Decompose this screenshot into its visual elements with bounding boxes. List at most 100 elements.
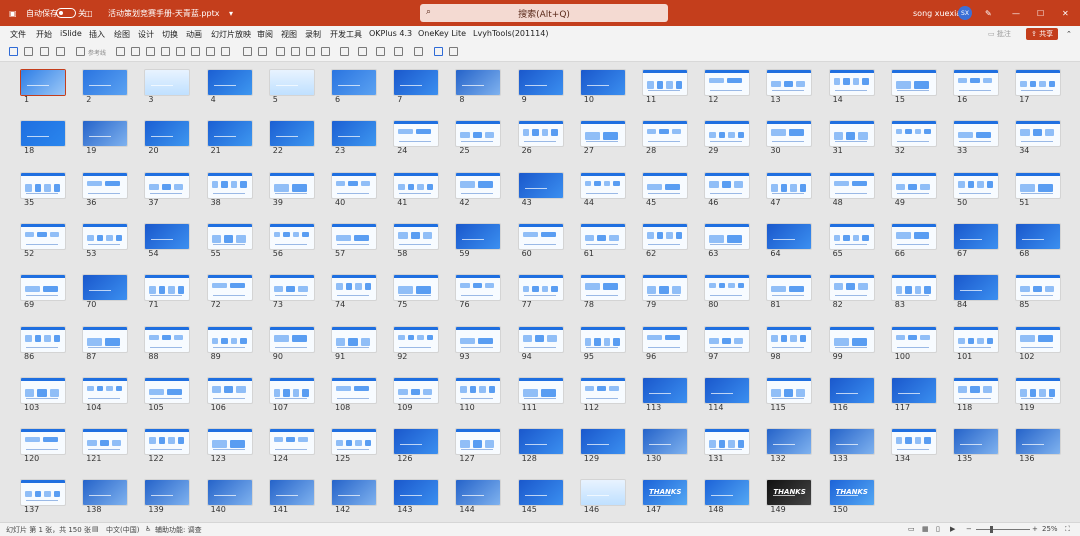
slide-thumbnail[interactable]: 82 <box>829 275 874 309</box>
menu-review[interactable]: 审阅 <box>257 29 273 40</box>
slide-thumbnail[interactable]: 148 <box>705 480 750 514</box>
slide-thumbnail[interactable]: 107 <box>269 377 314 412</box>
slide-thumbnail[interactable]: 67 <box>954 223 998 258</box>
slide-thumbnail[interactable]: 96 <box>643 326 687 361</box>
slide-thumbnail[interactable]: 90 <box>269 326 314 361</box>
distribute-icon[interactable] <box>206 47 215 56</box>
slide-thumbnail[interactable]: 126 <box>394 429 439 463</box>
slide-thumbnail[interactable]: 128 <box>518 429 563 463</box>
menu-file[interactable]: 文件 <box>10 29 26 40</box>
slide-thumbnail[interactable]: 43 <box>518 172 563 207</box>
height-icon[interactable] <box>276 47 285 56</box>
slide-thumbnail[interactable]: 27 <box>580 121 625 155</box>
slide-thumbnail[interactable]: 73 <box>269 275 314 309</box>
slide-thumbnail[interactable]: 13 <box>767 70 812 104</box>
width-icon[interactable] <box>258 47 267 56</box>
slide-thumbnail[interactable]: 58 <box>394 223 439 258</box>
slide-thumbnail[interactable]: 23 <box>332 121 376 155</box>
slide-thumbnail[interactable]: 59 <box>456 223 501 258</box>
group-icon[interactable] <box>321 47 330 56</box>
slide-thumbnail[interactable]: 138 <box>83 480 128 514</box>
slide-thumbnail[interactable]: 54 <box>145 223 190 258</box>
slide-thumbnail[interactable]: 14 <box>829 70 874 104</box>
slide-thumbnail[interactable]: 91 <box>332 326 376 361</box>
fit-window-icon[interactable]: ⛶ <box>1065 525 1070 534</box>
slide-thumbnail[interactable]: 32 <box>891 121 936 155</box>
slide-thumbnail[interactable]: 22 <box>269 121 314 155</box>
reading-view-icon[interactable]: ▯ <box>936 525 940 533</box>
slide-thumbnail[interactable]: 39 <box>269 172 314 207</box>
menu-draw[interactable]: 绘图 <box>114 29 130 40</box>
slide-thumbnail[interactable]: 75 <box>394 275 439 309</box>
match-icon[interactable] <box>376 47 385 56</box>
slide-thumbnail[interactable]: 38 <box>207 172 252 207</box>
slide-thumbnail[interactable]: 53 <box>83 223 128 258</box>
zoom-level[interactable]: 25% <box>1042 525 1058 533</box>
sorter-view-icon[interactable]: ▦ <box>922 525 929 533</box>
slide-thumbnail[interactable]: 60 <box>518 223 563 258</box>
slide-thumbnail[interactable]: 7 <box>394 70 439 104</box>
slide-thumbnail[interactable]: 65 <box>829 223 874 258</box>
slide-thumbnail[interactable]: 133 <box>829 429 874 463</box>
slide-thumbnail[interactable]: 94 <box>518 326 563 361</box>
slide-thumbnail[interactable]: 104 <box>83 377 128 412</box>
slide-thumbnail[interactable]: 117 <box>891 377 936 412</box>
slide-thumbnail[interactable]: 105 <box>145 377 190 412</box>
slide-thumbnail[interactable]: 17 <box>1016 70 1061 104</box>
align-right-icon[interactable] <box>146 47 155 56</box>
slide-thumbnail[interactable]: 136 <box>1016 429 1061 463</box>
avatar[interactable]: SX <box>958 0 972 26</box>
slide-thumbnail[interactable]: 119 <box>1016 377 1061 412</box>
slide-thumbnail[interactable]: 134 <box>891 429 936 463</box>
menu-okplus[interactable]: OKPlus 4.3 <box>369 29 412 38</box>
file-name[interactable]: 活动策划竞赛手册-天青蓝.pptx <box>108 0 219 26</box>
comment-button[interactable]: ▭ 批注 <box>988 28 1011 40</box>
slide-thumbnail[interactable]: 18 <box>21 121 65 155</box>
slide-thumbnail[interactable]: 114 <box>705 377 750 412</box>
slide-thumbnail[interactable]: 56 <box>269 223 314 258</box>
slide-thumbnail[interactable]: 145 <box>518 480 563 514</box>
distribute-v-icon[interactable] <box>221 47 230 56</box>
slide-thumbnail[interactable]: 2 <box>83 70 128 104</box>
spellcheck-icon[interactable]: ▤ <box>92 525 99 533</box>
slide-thumbnail[interactable]: 11 <box>643 70 687 104</box>
slide-thumbnail[interactable]: 146 <box>580 480 625 514</box>
slide-thumbnail[interactable]: 101 <box>954 326 998 361</box>
slide-thumbnail[interactable]: 127 <box>456 429 501 463</box>
slide-thumbnail[interactable]: 64 <box>767 223 812 258</box>
slide-thumbnail[interactable]: 55 <box>207 223 252 258</box>
menu-home[interactable]: 开始 <box>36 29 52 40</box>
slide-thumbnail[interactable]: 28 <box>643 121 687 155</box>
slide-thumbnail[interactable]: 143 <box>394 480 439 514</box>
slide-thumbnail[interactable]: 48 <box>829 172 874 207</box>
slide-thumbnail[interactable]: 123 <box>207 429 252 463</box>
slide-thumbnail[interactable]: 46 <box>705 172 750 207</box>
slide-thumbnail[interactable]: 51 <box>1016 172 1061 207</box>
slide-thumbnail[interactable]: 130 <box>643 429 687 463</box>
slide-thumbnail[interactable]: 141 <box>269 480 314 514</box>
slide-thumbnail[interactable]: 16 <box>954 70 998 104</box>
slide-thumbnail[interactable]: 35 <box>21 172 65 207</box>
slide-thumbnail[interactable]: 79 <box>643 275 687 309</box>
close-icon[interactable]: ✕ <box>1062 0 1069 26</box>
slide-thumbnail[interactable]: 25 <box>456 121 501 155</box>
slide-thumbnail[interactable]: 83 <box>891 275 936 309</box>
slide-thumbnail[interactable]: 118 <box>954 377 998 412</box>
menu-slideshow[interactable]: 幻灯片放映 <box>211 29 251 40</box>
slide-thumbnail[interactable]: 106 <box>207 377 252 412</box>
slide-thumbnail[interactable]: 9 <box>518 70 563 104</box>
slide-thumbnail[interactable]: 29 <box>705 121 750 155</box>
align-middle-icon[interactable] <box>176 47 185 56</box>
grid-icon[interactable] <box>24 47 33 56</box>
slide-thumbnail[interactable]: 129 <box>580 429 625 463</box>
slide-thumbnail[interactable]: 132 <box>767 429 812 463</box>
slide-thumbnail[interactable]: 84 <box>954 275 998 309</box>
slide-thumbnail[interactable]: 71 <box>145 275 190 309</box>
menu-animations[interactable]: 动画 <box>186 29 202 40</box>
menu-view[interactable]: 视图 <box>281 29 297 40</box>
slide-thumbnail[interactable]: 122 <box>145 429 190 463</box>
slide-thumbnail[interactable]: 34 <box>1016 121 1061 155</box>
align-center-icon[interactable] <box>131 47 140 56</box>
slide-thumbnail[interactable]: 30 <box>767 121 812 155</box>
slide-thumbnail[interactable]: 4 <box>207 70 252 104</box>
